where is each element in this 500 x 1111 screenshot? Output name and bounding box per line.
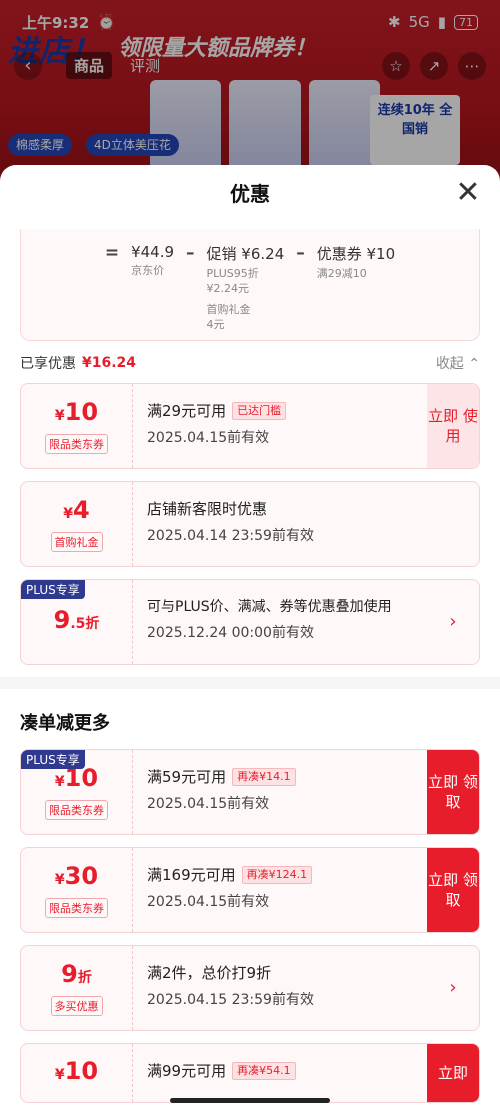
coupon-expiry: 2025.04.14 23:59前有效	[147, 528, 314, 544]
add-more-badge: 再凑¥54.1	[232, 1061, 296, 1080]
coupon-kind: 限品类东券	[45, 434, 108, 454]
jd-price-label: 京东价	[131, 264, 165, 277]
coupon-card[interactable]: 9折 多买优惠 满2件，总价打9折 2025.04.15 23:59前有效 ›	[20, 945, 480, 1031]
minus-sign: –	[296, 243, 305, 263]
coupon-card: PLUS专享 ¥10 限品类东券 满59元可用 再凑¥14.1 2025.04.1…	[20, 749, 480, 835]
enjoyed-label: 已享优惠	[20, 356, 76, 372]
home-indicator[interactable]	[170, 1098, 330, 1103]
coupon-value: ¥4	[63, 496, 90, 524]
coupon-condition: 店铺新客限时优惠	[147, 500, 268, 518]
coupon-value: ¥10	[54, 1057, 99, 1085]
coupon-condition: 满59元可用	[147, 768, 227, 786]
coupon-amount: 优惠券 ¥10	[316, 245, 396, 263]
coupon-condition: 满169元可用	[147, 866, 236, 884]
coupon-expiry: 2025.04.15 23:59前有效	[147, 992, 314, 1008]
promo-plus-label: PLUS95折	[206, 267, 259, 280]
coupon-condition: 满29减10	[316, 267, 367, 280]
coupon-value: 9.5折	[53, 606, 100, 634]
sheet-header: 优惠 ✕	[0, 165, 500, 223]
coupon-kind: 首购礼金	[50, 532, 103, 552]
promo-gift-label: 首购礼金	[206, 303, 251, 316]
threshold-badge: 已达门槛	[232, 401, 287, 420]
coupon-condition: 满99元可用	[147, 1062, 227, 1080]
coupon-expiry: 2025.04.15前有效	[147, 796, 270, 812]
coupon-expiry: 2025.12.24 00:00前有效	[147, 625, 314, 641]
jd-price: ¥44.9	[131, 243, 175, 261]
chevron-right-icon[interactable]: ›	[427, 946, 479, 1030]
coupon-condition: 满29元可用	[147, 402, 227, 420]
coupon-expiry: 2025.04.15前有效	[147, 430, 270, 446]
chevron-right-icon[interactable]: ›	[427, 580, 479, 664]
equals-sign: =	[104, 243, 120, 263]
coupon-value: 9折	[61, 960, 92, 988]
coupon-card: ¥30 限品类东券 满169元可用 再凑¥124.1 2025.04.15前有效 …	[20, 847, 480, 933]
enjoyed-amount: ¥16.24	[82, 355, 137, 371]
promo-amount: 促销 ¥6.24	[206, 245, 285, 263]
promo-plus-value: ¥2.24元	[206, 282, 250, 295]
section-title: 凑单减更多	[20, 713, 110, 734]
coupon-value: ¥10	[54, 398, 99, 426]
coupon-kind: 限品类东券	[45, 898, 108, 918]
claim-now-button[interactable]: 立即 领取	[427, 848, 479, 932]
plus-exclusive-badge: PLUS专享	[21, 750, 85, 769]
coupon-card: ¥4 首购礼金 店铺新客限时优惠 2025.04.14 23:59前有效	[20, 481, 480, 567]
coupon-card[interactable]: PLUS专享 9.5折 可与PLUS价、满减、券等优惠叠加使用 2025.12.…	[20, 579, 480, 665]
close-icon[interactable]: ✕	[454, 178, 482, 208]
price-breakdown: = ¥44.9 京东价 – 促销 ¥6.24 PLUS95折 ¥2.24元 首购…	[20, 229, 480, 341]
promo-gift-value: 4元	[206, 318, 225, 331]
coupon-condition: 满2件，总价打9折	[147, 964, 272, 982]
coupon-card: ¥10 限品类东券 满29元可用 已达门槛 2025.04.15前有效 立即 使用	[20, 383, 480, 469]
claim-now-button[interactable]: 立即	[427, 1044, 479, 1102]
collapse-button[interactable]: 收起 ⌃	[436, 353, 480, 373]
coupon-card: ¥10 满99元可用 再凑¥54.1 立即	[20, 1043, 480, 1103]
minus-sign: –	[186, 243, 195, 263]
discount-sheet: 优惠 ✕ = ¥44.9 京东价 – 促销 ¥6.24 PLUS95折 ¥2.2…	[0, 165, 500, 1111]
add-more-badge: 再凑¥14.1	[232, 767, 296, 786]
coupon-condition: 可与PLUS价、满减、券等优惠叠加使用	[147, 599, 392, 615]
plus-exclusive-badge: PLUS专享	[21, 580, 85, 599]
enjoyed-discount-row: 已享优惠 ¥16.24 收起 ⌃	[0, 343, 500, 383]
use-now-button[interactable]: 立即 使用	[427, 384, 479, 468]
add-more-badge: 再凑¥124.1	[241, 865, 313, 884]
sheet-title: 优惠	[230, 182, 270, 206]
coupon-expiry: 2025.04.15前有效	[147, 894, 270, 910]
section-divider	[0, 677, 500, 689]
coupon-value: ¥30	[54, 862, 99, 890]
coupon-kind: 限品类东券	[45, 800, 108, 820]
coupon-kind: 多买优惠	[50, 996, 103, 1016]
claim-now-button[interactable]: 立即 领取	[427, 750, 479, 834]
